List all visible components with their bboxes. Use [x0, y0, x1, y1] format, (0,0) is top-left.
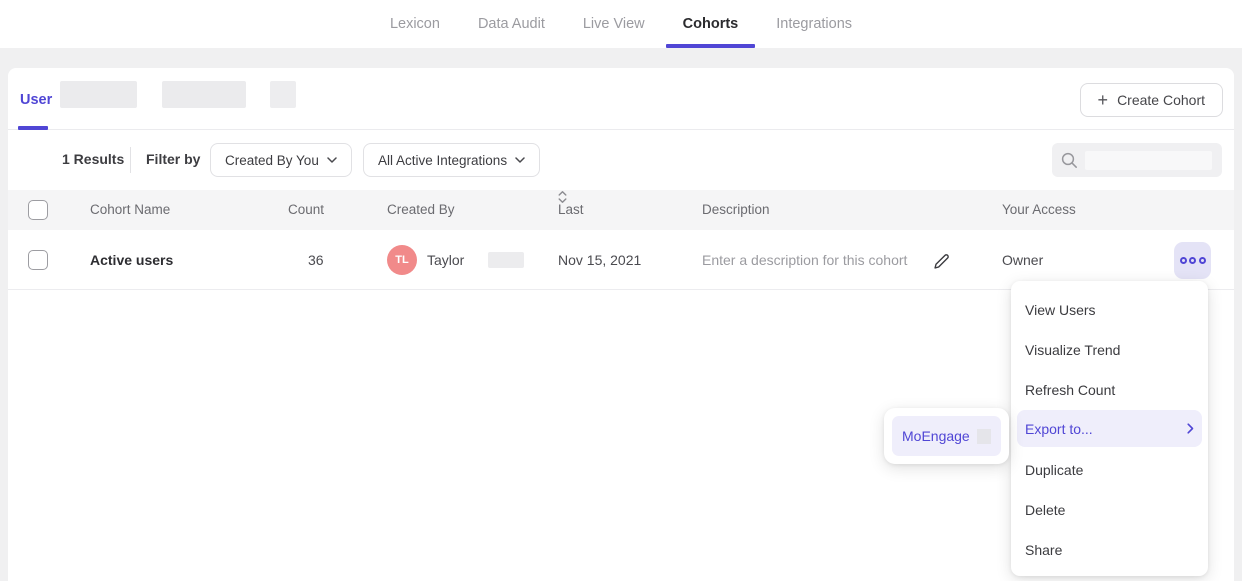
results-count: 1 Results	[62, 151, 124, 167]
last-modified-date: Nov 15, 2021	[558, 230, 641, 290]
header-created-by: Created By	[387, 190, 455, 230]
redacted-tab	[60, 81, 137, 108]
create-cohort-label: Create Cohort	[1117, 92, 1205, 108]
row-checkbox[interactable]	[28, 250, 48, 270]
divider	[130, 147, 131, 173]
export-submenu: MoEngage	[884, 408, 1009, 464]
filter-bar: 1 Results Filter by Created By You All A…	[8, 130, 1234, 190]
select-all-checkbox[interactable]	[28, 200, 48, 220]
chevron-right-icon	[1187, 423, 1194, 434]
menu-item-delete[interactable]: Delete	[1011, 490, 1208, 530]
created-by-name: Taylor	[427, 230, 464, 290]
description-field[interactable]: Enter a description for this cohort	[702, 230, 907, 290]
redacted-name	[488, 252, 524, 268]
menu-item-view-users[interactable]: View Users	[1011, 290, 1208, 330]
redacted-tab	[270, 81, 296, 108]
header-your-access: Your Access	[1002, 190, 1076, 230]
integrations-dropdown[interactable]: All Active Integrations	[363, 143, 540, 177]
row-actions-menu: View Users Visualize Trend Refresh Count…	[1011, 281, 1208, 576]
search-input[interactable]	[1052, 143, 1222, 177]
menu-item-refresh-count[interactable]: Refresh Count	[1011, 370, 1208, 410]
menu-item-share[interactable]: Share	[1011, 530, 1208, 570]
sort-icon	[558, 190, 567, 204]
created-by-dropdown[interactable]: Created By You	[210, 143, 352, 177]
chevron-down-icon	[515, 157, 525, 163]
dots-icon	[1180, 257, 1187, 264]
integrations-dropdown-label: All Active Integrations	[378, 153, 507, 168]
pencil-icon	[932, 252, 951, 271]
nav-tab-lexicon[interactable]: Lexicon	[371, 0, 459, 48]
nav-tab-live-view[interactable]: Live View	[564, 0, 664, 48]
cohort-type-tabbar: User + Create Cohort	[8, 68, 1234, 130]
plus-icon: +	[1098, 91, 1109, 109]
created-by-dropdown-label: Created By You	[225, 153, 319, 168]
header-description: Description	[702, 190, 770, 230]
row-actions-button[interactable]	[1174, 242, 1211, 279]
redacted-search-text	[1085, 151, 1212, 170]
header-count: Count	[288, 190, 324, 230]
edit-description-button[interactable]	[930, 250, 952, 272]
menu-item-visualize-trend[interactable]: Visualize Trend	[1011, 330, 1208, 370]
filter-by-label: Filter by	[146, 151, 200, 167]
cohort-count: 36	[308, 230, 324, 290]
avatar: TL	[387, 245, 417, 275]
search-icon	[1060, 151, 1079, 170]
submenu-item-moengage-label: MoEngage	[902, 428, 970, 444]
submenu-item-moengage[interactable]: MoEngage	[892, 416, 1001, 456]
header-cohort-name: Cohort Name	[90, 190, 170, 230]
top-navigation: Lexicon Data Audit Live View Cohorts Int…	[0, 0, 1242, 48]
create-cohort-button[interactable]: + Create Cohort	[1080, 83, 1223, 117]
redacted-label	[977, 429, 991, 444]
nav-tab-cohorts[interactable]: Cohorts	[664, 0, 758, 48]
nav-tab-integrations[interactable]: Integrations	[757, 0, 871, 48]
nav-tab-data-audit[interactable]: Data Audit	[459, 0, 564, 48]
redacted-tab	[162, 81, 246, 108]
cohorts-panel: User + Create Cohort 1 Results Filter by…	[8, 68, 1234, 581]
chevron-down-icon	[327, 157, 337, 163]
cohort-name-link[interactable]: Active users	[90, 230, 173, 290]
table-header-row: Cohort Name Count Created By Last Modifi…	[8, 190, 1234, 230]
menu-item-export-to[interactable]: Export to...	[1017, 410, 1202, 447]
menu-item-duplicate[interactable]: Duplicate	[1011, 450, 1208, 490]
tab-user[interactable]: User	[20, 92, 52, 108]
menu-item-export-to-label: Export to...	[1025, 421, 1093, 437]
